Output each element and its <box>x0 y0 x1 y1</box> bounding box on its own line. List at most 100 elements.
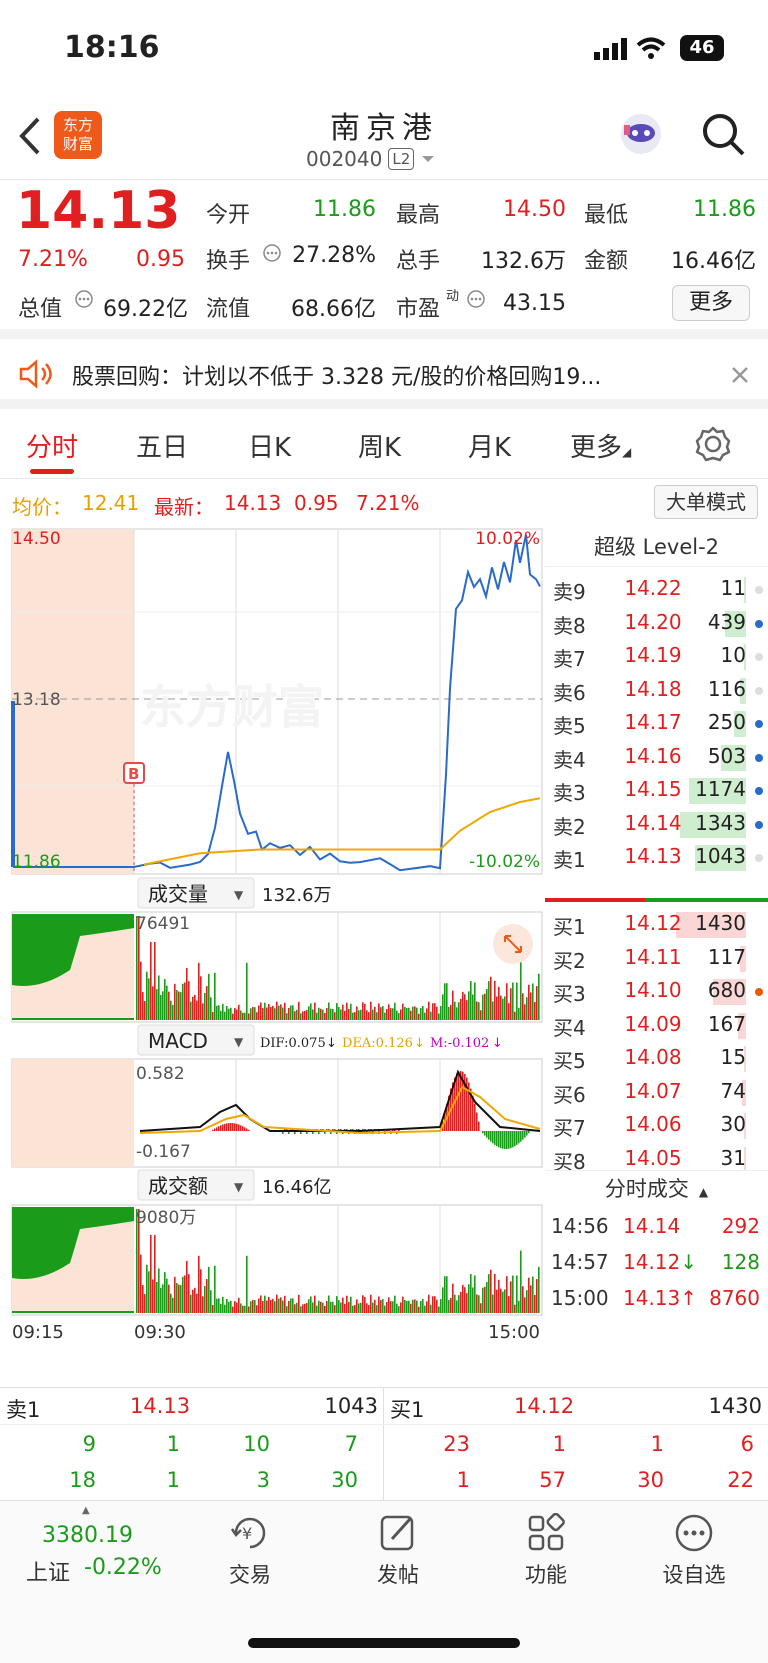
ask-label: 卖1 <box>553 848 586 872</box>
bar <box>506 1276 508 1313</box>
macd-bar <box>212 1129 214 1131</box>
bar <box>270 1006 272 1020</box>
bid-row[interactable]: 买6 14.07 74 <box>545 1075 768 1109</box>
queue-ask-cell: 3 <box>256 1468 270 1492</box>
function-button[interactable]: 功能 <box>486 1513 606 1589</box>
bar <box>526 1290 528 1313</box>
volume-bars <box>12 914 540 1020</box>
ask-label: 卖6 <box>553 680 586 705</box>
tab-week-k[interactable]: 周K <box>358 427 401 464</box>
bid-price: 14.12 <box>624 911 682 935</box>
post-button[interactable]: 发帖 <box>338 1513 458 1589</box>
volume-label: 成交量 <box>148 882 208 906</box>
bar <box>470 1274 472 1313</box>
bar <box>280 1297 282 1313</box>
ticks-header[interactable]: 分时成交 ▲ <box>545 1170 768 1208</box>
ask-row[interactable]: 卖1 14.13 1043 <box>545 840 768 874</box>
add-watchlist-button[interactable]: 设自选 <box>634 1513 754 1589</box>
bar <box>400 1009 402 1020</box>
bar <box>338 1007 340 1020</box>
bar <box>346 1002 348 1020</box>
bid-qty: 74 <box>720 1078 746 1103</box>
bid-row[interactable]: 买4 14.09 167 <box>545 1008 768 1042</box>
bar <box>472 1287 474 1313</box>
trade-button[interactable]: ¥ 交易 <box>190 1513 310 1589</box>
tab-intraday[interactable]: 分时 <box>26 427 78 464</box>
bar <box>394 1002 396 1020</box>
ask-row[interactable]: 卖7 14.19 10 <box>545 639 768 673</box>
bar <box>474 982 476 1020</box>
info-icon[interactable] <box>262 243 282 263</box>
bar <box>502 998 504 1020</box>
volume-label: 总手 <box>396 249 441 274</box>
ask-label: 卖9 <box>553 580 586 604</box>
more-button[interactable]: 更多 <box>672 285 750 321</box>
queue-ask-cell: 30 <box>331 1468 358 1492</box>
big-order-mode-button[interactable]: 大单模式 <box>654 485 758 519</box>
bid-row[interactable]: 买3 14.10 680 <box>545 974 768 1008</box>
macd-bar <box>456 1073 458 1131</box>
pe-sup: 动 <box>446 289 460 304</box>
time-open: 09:30 <box>134 1322 186 1343</box>
tick-price: 14.13↑ <box>623 1286 698 1310</box>
bar <box>516 982 518 1020</box>
ask-row[interactable]: 卖8 14.20 439 <box>545 606 768 640</box>
bar <box>408 1300 410 1313</box>
bar <box>402 1003 404 1020</box>
bid-row[interactable]: 买2 14.11 117 <box>545 941 768 975</box>
tab-more[interactable]: 更多◢ <box>570 427 631 464</box>
bid-row[interactable]: 买1 14.12 1430 <box>545 907 768 941</box>
robot-assistant-icon[interactable] <box>616 109 666 159</box>
tab-five-day[interactable]: 五日 <box>136 427 188 464</box>
bar <box>228 1301 230 1313</box>
bar <box>176 990 178 1020</box>
chart-svg[interactable]: 东方财富 14.50 13.18 11.86 10.02% -10.02% B … <box>0 527 545 1387</box>
ask-row[interactable]: 卖9 14.22 11 <box>545 572 768 606</box>
bar <box>216 1005 218 1020</box>
stock-code-selector[interactable]: 002040 L2 <box>306 147 436 171</box>
ask-row[interactable]: 卖4 14.16 503 <box>545 740 768 774</box>
bar <box>240 1010 242 1020</box>
mcap-value: 69.22亿 <box>103 297 188 322</box>
bar <box>316 1305 318 1313</box>
bar <box>418 1306 420 1313</box>
bar <box>142 1285 144 1313</box>
bar <box>288 1300 290 1313</box>
ask-row[interactable]: 卖3 14.15 1174 <box>545 773 768 807</box>
bar <box>364 1003 366 1020</box>
battery-icon: 46 <box>680 35 724 61</box>
ask-dot <box>755 653 763 661</box>
bid-price: 14.07 <box>624 1078 682 1103</box>
tab-month-k[interactable]: 月K <box>468 427 511 464</box>
settings-icon[interactable] <box>694 425 732 463</box>
tick-qty: 8760 <box>709 1286 760 1310</box>
ask-row[interactable]: 卖5 14.17 250 <box>545 706 768 740</box>
bid-dot <box>755 988 763 996</box>
queue-bid-cell: 23 <box>443 1432 470 1456</box>
bar <box>266 1007 268 1020</box>
tab-day-k[interactable]: 日K <box>248 427 291 464</box>
order-book: 超级 Level-2 卖9 14.22 11 卖8 14.20 439 卖7 14.19 10 卖… <box>545 527 768 1387</box>
bar <box>428 1294 430 1313</box>
bar <box>144 1001 146 1020</box>
bid-row[interactable]: 买7 14.06 30 <box>545 1108 768 1142</box>
bar <box>218 1298 220 1313</box>
bar <box>444 983 446 1020</box>
bar <box>428 1001 430 1020</box>
macd-bar <box>522 1131 524 1140</box>
bar <box>402 1296 404 1313</box>
time-start: 09:15 <box>12 1322 64 1343</box>
search-icon[interactable] <box>700 111 748 159</box>
bid-row[interactable]: 买5 14.08 15 <box>545 1041 768 1075</box>
ask-row[interactable]: 卖6 14.18 116 <box>545 673 768 707</box>
bar <box>146 1264 148 1313</box>
bar <box>306 1302 308 1313</box>
bar <box>346 1295 348 1313</box>
close-icon[interactable] <box>730 365 750 385</box>
bar <box>186 967 188 1020</box>
ask-row[interactable]: 卖2 14.14 1343 <box>545 807 768 841</box>
bar <box>452 1283 454 1313</box>
notice-bar[interactable]: 股票回购：计划以不低于 3.328 元/股的价格回购19... <box>0 339 768 409</box>
index-ticker[interactable]: 3380.19 上证 -0.22% <box>20 1509 170 1589</box>
bar <box>322 1009 324 1020</box>
